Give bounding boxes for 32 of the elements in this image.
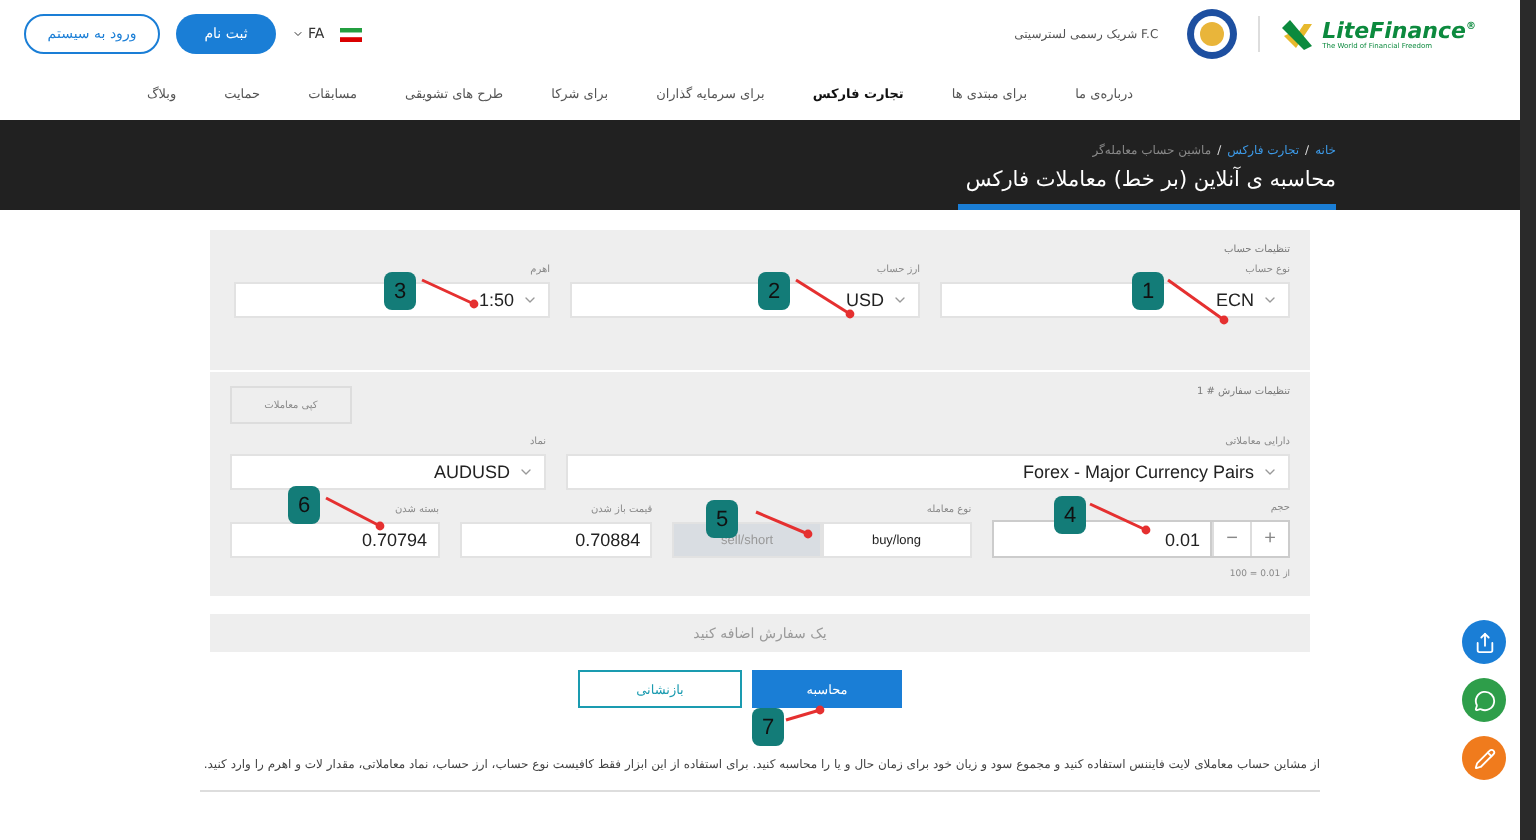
- pointer-arrow: [320, 492, 386, 532]
- chat-button[interactable]: [1462, 678, 1506, 722]
- step-badge: 5: [706, 500, 738, 538]
- step-badge: 4: [1054, 496, 1086, 534]
- input-field[interactable]: 0.70884: [459, 522, 653, 558]
- edit-button[interactable]: [1462, 736, 1506, 780]
- step-badge: 2: [758, 272, 790, 310]
- chevron-icon: [892, 292, 908, 308]
- step-badge: 3: [384, 272, 416, 310]
- pointer-arrow: [416, 274, 480, 310]
- step-badge: 1: [1132, 272, 1164, 310]
- chevron-icon: [1262, 292, 1278, 308]
- chevron-icon: [522, 292, 538, 308]
- pointer-arrow: [780, 704, 826, 726]
- chevron-icon: [1262, 464, 1278, 480]
- club-crest-icon: [1186, 8, 1239, 60]
- dropdown-field[interactable]: AUDUSD: [230, 454, 546, 490]
- brand-name: LiteFinance$^{®}$: [1322, 19, 1476, 41]
- page-title: محاسبه ی آنلاین (بر خط) معاملات فارکس: [957, 168, 1336, 210]
- step-badge: 6: [288, 486, 320, 524]
- chevron-icon: [292, 28, 304, 40]
- pointer-arrow: [1084, 498, 1152, 536]
- logo-icon: [1280, 16, 1317, 52]
- chat-icon: [1473, 689, 1495, 711]
- dropdown-field[interactable]: Forex - Major Currency Pairs: [566, 454, 1290, 490]
- chevron-icon: [518, 464, 534, 480]
- share-button[interactable]: [1462, 620, 1506, 664]
- step-badge: 7: [752, 708, 784, 746]
- flag-icon: [340, 27, 363, 41]
- input-field[interactable]: 0.70794: [230, 522, 440, 558]
- share-icon: [1473, 631, 1495, 653]
- edit-icon: [1473, 747, 1495, 769]
